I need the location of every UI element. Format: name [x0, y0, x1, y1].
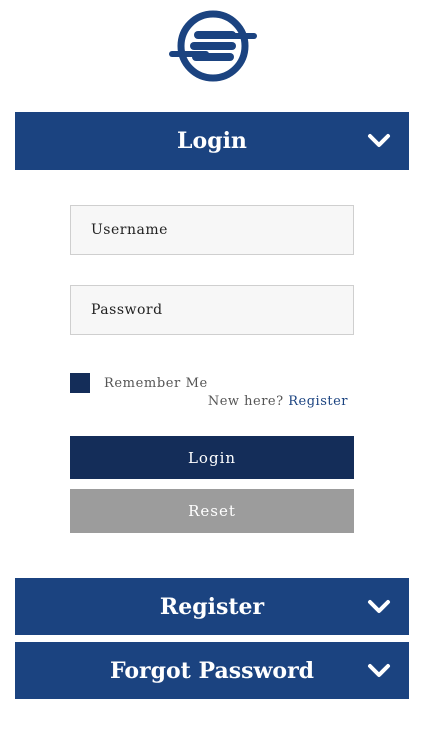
- register-section-title: Register: [159, 593, 265, 620]
- forgot-password-section-title: Forgot Password: [109, 657, 315, 684]
- brand-logo-icon: [169, 10, 257, 82]
- chevron-down-icon: [368, 599, 390, 613]
- new-here-text: New here?: [207, 394, 284, 409]
- remember-me-row: Remember Me: [70, 373, 208, 393]
- chevron-down-icon: [368, 663, 390, 677]
- reset-button[interactable]: Reset: [70, 489, 354, 533]
- username-input[interactable]: [70, 205, 354, 255]
- login-button[interactable]: Login: [70, 436, 354, 479]
- forgot-password-section-header[interactable]: Forgot Password: [15, 642, 409, 699]
- chevron-down-icon: [368, 134, 390, 147]
- remember-me-label[interactable]: Remember Me: [104, 376, 208, 391]
- register-section-header[interactable]: Register: [15, 578, 409, 635]
- login-section-header[interactable]: Login: [15, 112, 409, 170]
- new-here-prompt: New here? Register: [208, 394, 348, 409]
- login-section-title: Login: [177, 128, 247, 154]
- register-link[interactable]: Register: [288, 394, 348, 409]
- password-input[interactable]: [70, 285, 354, 335]
- remember-me-checkbox[interactable]: [70, 373, 90, 393]
